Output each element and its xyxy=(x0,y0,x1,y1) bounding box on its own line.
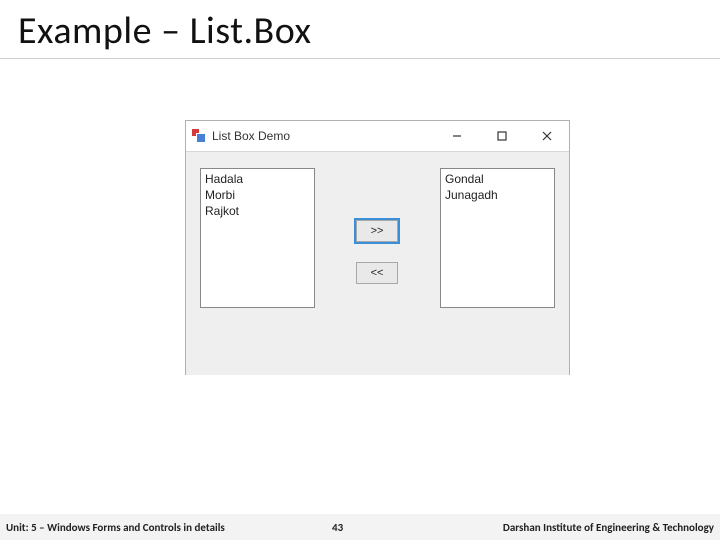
slide-title: Example – List.Box xyxy=(0,0,720,59)
list-item[interactable]: Gondal xyxy=(445,171,550,187)
app-icon xyxy=(192,129,206,143)
move-right-button[interactable]: >> xyxy=(356,220,398,242)
source-listbox[interactable]: Hadala Morbi Rajkot xyxy=(200,168,315,308)
list-item[interactable]: Junagadh xyxy=(445,187,550,203)
close-button[interactable] xyxy=(524,121,569,151)
list-item[interactable]: Rajkot xyxy=(205,203,310,219)
target-listbox[interactable]: Gondal Junagadh xyxy=(440,168,555,308)
minimize-button[interactable] xyxy=(434,121,479,151)
maximize-button[interactable] xyxy=(479,121,524,151)
move-left-button[interactable]: << xyxy=(356,262,398,284)
footer-page: 43 xyxy=(332,521,343,534)
window-title: List Box Demo xyxy=(212,129,290,143)
list-item[interactable]: Hadala xyxy=(205,171,310,187)
client-area: Hadala Morbi Rajkot >> << Gondal Junagad… xyxy=(186,152,569,375)
slide-footer: Unit: 5 – Windows Forms and Controls in … xyxy=(0,514,720,540)
titlebar: List Box Demo xyxy=(186,121,569,152)
footer-unit: Unit: 5 – Windows Forms and Controls in … xyxy=(0,521,225,534)
list-item[interactable]: Morbi xyxy=(205,187,310,203)
demo-window: List Box Demo Hadala Morbi Rajkot >> << … xyxy=(185,120,570,375)
footer-org: Darshan Institute of Engineering & Techn… xyxy=(503,521,714,534)
